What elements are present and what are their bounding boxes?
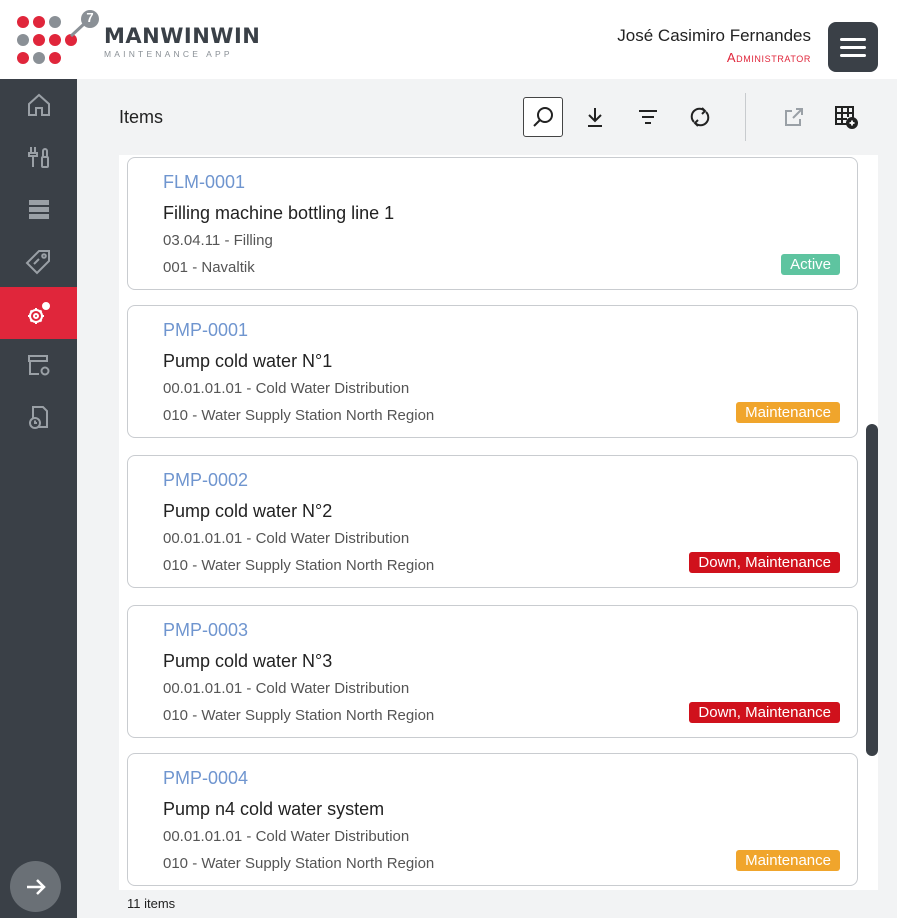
status-badge: Maintenance [736, 850, 840, 871]
open-external-button[interactable] [774, 97, 814, 137]
download-icon [588, 108, 602, 127]
item-code-link[interactable]: FLM-0001 [163, 172, 245, 193]
external-link-icon [785, 108, 803, 126]
logo-text: MANWINWIN MAINTENANCE APP [104, 24, 260, 59]
user-info[interactable]: José Casimiro Fernandes Administrator [617, 26, 811, 65]
add-table-button[interactable] [826, 97, 866, 137]
item-name: Pump cold water N°2 [163, 501, 333, 521]
list-scrollbar[interactable] [866, 424, 878, 756]
item-path: 00.01.01.01 - Cold Water Distribution [163, 828, 410, 845]
item-path: 00.01.01.01 - Cold Water Distribution [163, 680, 410, 697]
menu-bar-icon [840, 45, 866, 49]
refresh-icon [690, 107, 710, 127]
table-add-icon [835, 106, 858, 129]
refresh-button[interactable] [680, 97, 720, 137]
item-location: 010 - Water Supply Station North Region [163, 855, 435, 872]
status-badge: Active [781, 254, 840, 275]
filter-button[interactable] [628, 97, 668, 137]
user-name: José Casimiro Fernandes [617, 26, 811, 45]
items-list: FLM-0001 Filling machine bottling line 1… [119, 155, 878, 890]
status-badge: Down, Maintenance [689, 552, 840, 573]
menu-bar-icon [840, 37, 866, 41]
item-path: 03.04.11 - Filling [163, 232, 273, 249]
item-code-link[interactable]: PMP-0003 [163, 620, 248, 641]
store-settings-icon [27, 355, 49, 376]
item-card[interactable]: FLM-0001 Filling machine bottling line 1… [127, 157, 858, 290]
status-badge: Maintenance [736, 402, 840, 423]
item-name: Pump cold water N°1 [163, 351, 333, 371]
item-name: Pump n4 cold water system [163, 799, 385, 819]
arrow-right-icon [26, 878, 46, 895]
item-card[interactable]: PMP-0004 Pump n4 cold water system 00.01… [127, 753, 858, 886]
search-icon [533, 107, 553, 127]
page-title: Items [119, 107, 164, 127]
sidebar-item-tags[interactable] [0, 235, 77, 287]
sidebar-item-tools[interactable] [0, 131, 77, 183]
brand-name: MANWINWIN [104, 24, 261, 48]
item-card[interactable]: PMP-0001 Pump cold water N°1 00.01.01.01… [127, 305, 858, 438]
item-path: 00.01.01.01 - Cold Water Distribution [163, 530, 410, 547]
gears-icon [27, 302, 50, 324]
logo-version-badge: 7 [86, 10, 94, 25]
filter-icon [639, 110, 657, 124]
tag-icon [25, 250, 50, 275]
sidebar-item-history[interactable] [0, 391, 77, 443]
item-code-link[interactable]: PMP-0004 [163, 768, 248, 789]
item-location: 010 - Water Supply Station North Region [163, 707, 435, 724]
item-card[interactable]: PMP-0003 Pump cold water N°3 00.01.01.01… [127, 605, 858, 738]
item-path: 00.01.01.01 - Cold Water Distribution [163, 380, 410, 397]
toolbar-divider [745, 93, 746, 141]
item-location: 010 - Water Supply Station North Region [163, 557, 435, 574]
main-content: Items FLM-0001 Filling machine bottling … [77, 79, 897, 918]
document-clock-icon [28, 406, 48, 429]
item-name: Pump cold water N°3 [163, 651, 333, 671]
tools-icon [27, 147, 49, 168]
item-code-link[interactable]: PMP-0001 [163, 320, 248, 341]
user-role: Administrator [726, 50, 811, 65]
items-count: 11 items [127, 896, 176, 911]
download-button[interactable] [575, 97, 615, 137]
menu-bar-icon [840, 53, 866, 57]
item-name: Filling machine bottling line 1 [163, 203, 395, 223]
sidebar-item-assets[interactable] [0, 183, 77, 235]
item-location: 010 - Water Supply Station North Region [163, 407, 435, 424]
brand-tagline: MAINTENANCE APP [104, 49, 233, 59]
home-icon [27, 93, 50, 116]
expand-sidebar-button[interactable] [10, 861, 61, 912]
item-code-link[interactable]: PMP-0002 [163, 470, 248, 491]
sidebar [0, 79, 77, 918]
hamburger-menu-button[interactable] [828, 22, 878, 72]
sidebar-item-stores[interactable] [0, 339, 77, 391]
sidebar-item-items[interactable] [0, 287, 77, 339]
item-card[interactable]: PMP-0002 Pump cold water N°2 00.01.01.01… [127, 455, 858, 588]
status-badge: Down, Maintenance [689, 702, 840, 723]
server-icon [28, 200, 49, 219]
app-header: 7 MANWINWIN MAINTENANCE APP José Casimir… [0, 0, 897, 79]
app-logo[interactable]: 7 MANWINWIN MAINTENANCE APP [14, 10, 260, 72]
sidebar-item-home[interactable] [0, 79, 77, 131]
search-button[interactable] [523, 97, 563, 137]
item-location: 001 - Navaltik [163, 259, 255, 276]
